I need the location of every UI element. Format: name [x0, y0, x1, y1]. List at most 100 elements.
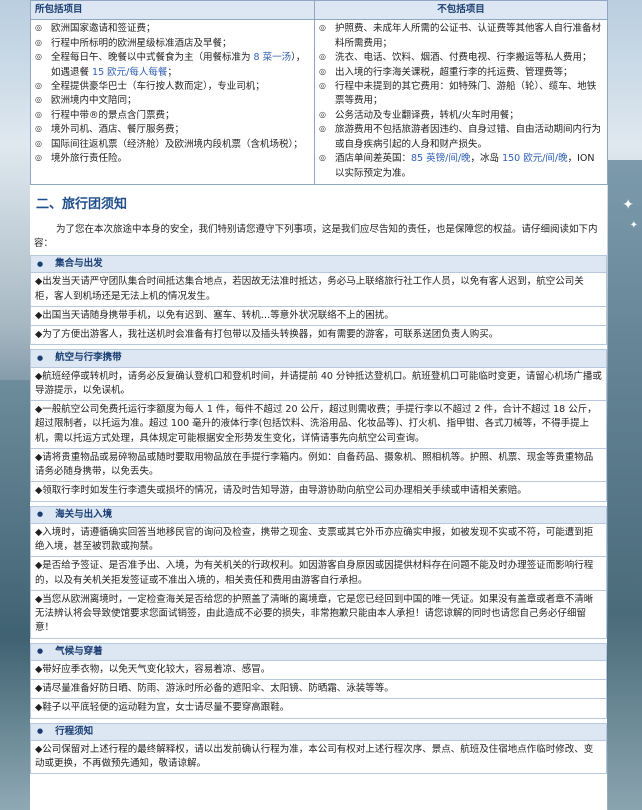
list-item: ◎ 护照费、未成年人所需的公证书、认证费等其他客人自行准备材料所需费用； — [319, 22, 603, 51]
group-title: 集合与出发 — [55, 258, 103, 270]
circle-bullet-icon: ◎ — [319, 66, 326, 76]
circle-bullet-icon: ◎ — [35, 95, 42, 105]
list-item-text: 全程提供豪华巴士（车行按人数而定），专业司机； — [51, 80, 265, 94]
text-segment: ，冰岛 — [470, 153, 503, 165]
list-item: ◎ 国际间往返机票（经济舱）及欧洲境内段机票（含机场税）； — [35, 138, 310, 152]
list-item: ◎ 洗衣、电话、饮料、烟酒、付费电视、行李搬运等私人费用； — [319, 51, 603, 65]
text-segment: 酒店单间差英国： — [335, 153, 412, 165]
text-segment: 境外旅行责任险。 — [51, 153, 128, 165]
list-item-text: 国际间往返机票（经济舱）及欧洲境内段机票（含机场税）； — [51, 138, 303, 152]
group-title: 航空与行李携带 — [55, 352, 122, 364]
section-title: 二、旅行团须知 — [36, 197, 128, 213]
list-item: ◎ 欧洲境内中文陪同； — [35, 94, 310, 108]
circle-bullet-icon: ◎ — [35, 138, 42, 148]
highlighted-value: 85 英镑/间/晚 — [411, 153, 471, 165]
sparkle-icon: ✦ — [629, 220, 638, 231]
list-item: ◎ 全程提供豪华巴士（车行按人数而定），专业司机； — [35, 80, 310, 94]
list-item: ◎ 欧洲国家邀请和签证费； — [35, 22, 310, 36]
list-item-text: 旅游费用不包括旅游者因违约、自身过错、自由活动期间内行为或自身疾病引起的人身和财… — [335, 123, 603, 152]
circle-bullet-icon: ◎ — [35, 124, 42, 134]
notice-item: ◆出国当天请随身携带手机，以免有迟到、塞车、转机…等意外状况联络不上的困扰。 — [30, 306, 607, 327]
list-item-text: 公务活动及专业翻译费，转机/火车时用餐； — [335, 109, 519, 123]
notice-item: ◆公司保留对上述行程的最终解释权，请以出发前确认行程为准，本公司有权对上述行程次… — [30, 740, 607, 775]
list-item-text: 全程每日午、晚餐以中式餐食为主（用餐标准为 8 菜一汤），如遇退餐 15 欧元/… — [51, 51, 310, 80]
bullet-dot-icon: ● — [37, 647, 44, 656]
list-item-text: 行程中未提到的其它费用：如特殊门、游船（轮）、缆车、地铁票等费用； — [335, 80, 603, 109]
scenic-background-left — [0, 380, 30, 810]
group-header: ● 集合与出发 — [30, 255, 607, 274]
included-list: ◎ 欧洲国家邀请和签证费； ◎ 行程中所标明的欧洲星级标准酒店及早餐； ◎ 全程每日午、晚… — [30, 19, 315, 186]
list-item: ◎ 行程中所标明的欧洲星级标准酒店及早餐； — [35, 37, 310, 51]
group-title: 海关与出入境 — [55, 508, 113, 520]
text-segment: 国际间往返机票（经济舱）及欧洲境内段机票（含机场税）； — [51, 138, 303, 150]
notice-item: ◆是否给予签证、是否准予出、入境，为有关机关的行政权利。如因游客自身原因或因提供… — [30, 557, 607, 591]
notice-item: ◆鞋子以平底轻便的运动鞋为宜，女士请尽量不要穿高跟鞋。 — [30, 699, 607, 719]
circle-bullet-icon: ◎ — [319, 81, 326, 90]
group-header: ● 航空与行李携带 — [30, 349, 607, 368]
text-segment: 出入境的行李海关课税，超重行李的托运费、管理费等； — [335, 66, 573, 78]
text-segment: 全程提供豪华巴士（车行按人数而定），专业司机； — [51, 81, 265, 92]
list-item: ◎ 旅游费用不包括旅游者因违约、自身过错、自由活动期间内行为或自身疾病引起的人身和… — [319, 123, 603, 152]
notice-item: ◆一般航空公司免费托运行李额度为每人 1 件，每件不超过 20 公斤，超过则需收… — [30, 401, 607, 449]
circle-bullet-icon: ◎ — [319, 52, 326, 62]
circle-bullet-icon: ◎ — [35, 81, 42, 90]
list-item: ◎ 出入境的行李海关课税，超重行李的托运费、管理费等； — [319, 66, 603, 80]
text-segment: 全程每日午、晚餐以中式餐食为主（用餐标准为 — [51, 52, 254, 64]
list-item-text: 境外旅行责任险。 — [51, 152, 127, 166]
text-segment: 洗衣、电话、饮料、烟酒、付费电视、行李搬运等私人费用； — [335, 52, 592, 64]
text-segment: 欧洲境内中文陪同； — [51, 95, 137, 107]
list-item-text: 行程中所标明的欧洲星级标准酒店及早餐； — [51, 37, 232, 51]
notice-item: ◆入境时，请遵循确实回答当地移民官的询问及检查，携带之现金、支票或其它外币亦应确… — [30, 523, 607, 558]
highlighted-value: 150 欧元/间/晚 — [502, 153, 568, 165]
list-item-text: 洗衣、电话、饮料、烟酒、付费电视、行李搬运等私人费用； — [335, 51, 592, 65]
list-item-text: 欧洲境内中文陪同； — [51, 94, 137, 108]
circle-bullet-icon: ◎ — [35, 23, 42, 33]
circle-bullet-icon: ◎ — [319, 23, 326, 33]
group-title: 气候与穿着 — [55, 645, 103, 657]
list-item-text: 酒店单间差英国：85 英镑/间/晚，冰岛 150 欧元/间/晚，ION 以实际预… — [335, 152, 603, 181]
text-segment: 行程中未提到的其它费用：如特殊门、游船（轮）、缆车、地铁票等费用； — [335, 81, 597, 107]
highlighted-value: 8 菜一汤 — [253, 52, 292, 64]
list-item: ◎ 境外旅行责任险。 — [35, 152, 310, 166]
list-item: ◎ 境外司机、酒店、餐厅服务费； — [35, 123, 310, 137]
group-header: ● 行程须知 — [30, 722, 607, 741]
list-item: ◎ 公务活动及专业翻译费，转机/火车时用餐； — [319, 109, 603, 123]
text-segment: 行程中所标明的欧洲星级标准酒店及早餐； — [51, 37, 232, 49]
bullet-dot-icon: ● — [37, 354, 44, 363]
notice-groups: ● 集合与出发 ◆出发当天请严守团队集合时间抵达集合地点，若因故无法准时抵达，务必马… — [30, 255, 607, 775]
intro-paragraph: 为了您在本次旅途中本身的安全，我们特别请您遵守下列事项，这是我们应尽告知的责任，… — [34, 223, 598, 249]
group-header: ● 海关与出入境 — [30, 505, 607, 524]
text-segment: 公务活动及专业翻译费，转机/火车时用餐； — [335, 109, 519, 121]
list-item-text: 出入境的行李海关课税，超重行李的托运费、管理费等； — [335, 66, 573, 80]
circle-bullet-icon: ◎ — [35, 52, 42, 62]
list-item: ◎ 行程中带®的景点含门票费； — [35, 109, 310, 123]
included-header: 所包括项目 — [30, 0, 315, 21]
bullet-dot-icon: ● — [37, 510, 44, 519]
text-segment: 护照费、未成年人所需的公证书、认证费等其他客人自行准备材料所需费用； — [335, 23, 602, 49]
circle-bullet-icon: ◎ — [35, 37, 42, 47]
text-segment: 旅游费用不包括旅游者因违约、自身过错、自由活动期间内行为或自身疾病引起的人身和财… — [335, 124, 602, 150]
scenic-background-right — [608, 160, 642, 810]
list-item-text: 行程中带®的景点含门票费； — [51, 109, 175, 123]
notice-item: ◆领取行李时如发生行李遗失或损坏的情况，请及时告知导游，由导游协助向航空公司办理… — [30, 482, 607, 502]
inclusion-table: 所包括项目 不包括项目 ◎ 欧洲国家邀请和签证费； ◎ 行程中所标明的欧洲星级标准酒店… — [30, 0, 608, 186]
list-item: ◎ 酒店单间差英国：85 英镑/间/晚，冰岛 150 欧元/间/晚，ION 以实际… — [319, 152, 603, 181]
text-segment: 欧洲国家邀请和签证费； — [51, 23, 156, 35]
bullet-dot-icon: ● — [37, 727, 44, 736]
list-item-text: 欧洲国家邀请和签证费； — [51, 22, 156, 36]
list-item: ◎ 全程每日午、晚餐以中式餐食为主（用餐标准为 8 菜一汤），如遇退餐 15 欧元… — [35, 51, 310, 80]
notice-item: ◆航班经停或转机时，请务必反复确认登机口和登机时间，并请提前 40 分钟抵达登机… — [30, 367, 607, 402]
sparkle-icon: ✦ — [622, 197, 634, 213]
notice-item: ◆当您从欧洲离境时，一定检查海关是否给您的护照盖了清晰的离境章，它是您已经回到中… — [30, 590, 607, 639]
list-item-text: 护照费、未成年人所需的公证书、认证费等其他客人自行准备材料所需费用； — [335, 22, 603, 51]
notice-item: ◆为了方便出游客人，我社送机时会准备有打包带以及插头转换器，如有需要的游客，可联… — [30, 326, 607, 346]
group-header: ● 气候与穿着 — [30, 642, 607, 661]
excluded-header: 不包括项目 — [314, 0, 608, 21]
notice-item: ◆出发当天请严守团队集合时间抵达集合地点，若因故无法准时抵达，务必马上联络旅行社… — [30, 273, 607, 307]
text-segment: ； — [167, 66, 177, 78]
circle-bullet-icon: ◎ — [35, 109, 42, 119]
text-segment: 行程中带®的景点含门票费； — [51, 109, 175, 121]
circle-bullet-icon: ◎ — [35, 153, 42, 163]
list-item-text: 境外司机、酒店、餐厅服务费； — [51, 123, 184, 137]
bullet-dot-icon: ● — [37, 259, 44, 268]
